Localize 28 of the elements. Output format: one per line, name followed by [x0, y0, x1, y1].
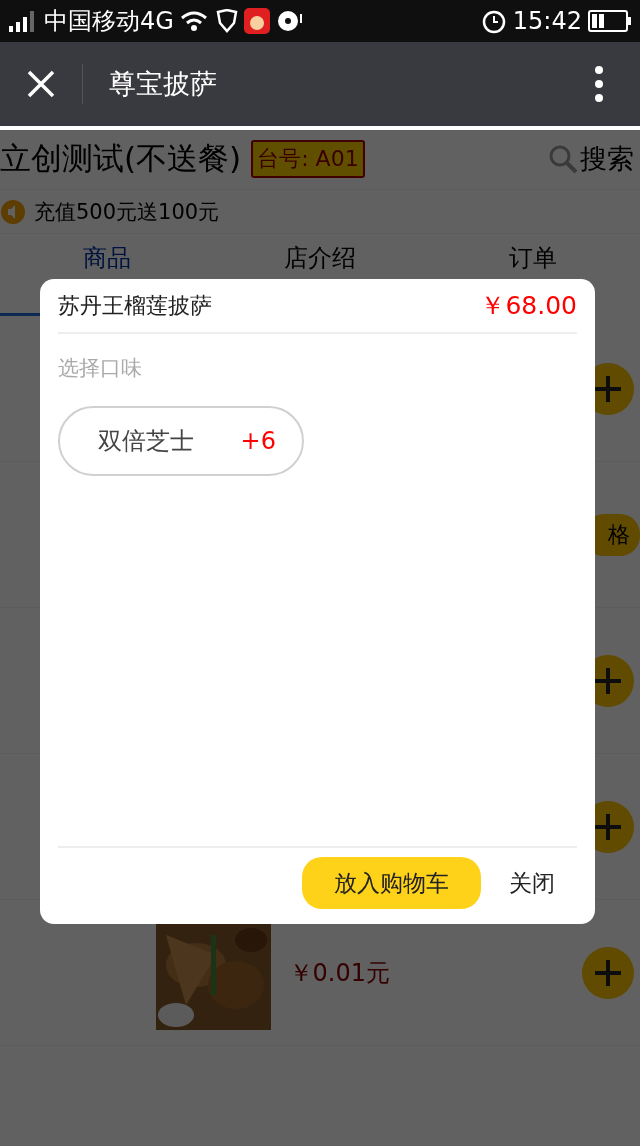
close-icon [26, 69, 56, 99]
section-label: 选择口味 [58, 355, 143, 382]
carrier-text: 中国移动4G [44, 6, 174, 37]
flavor-option[interactable]: 双倍芝士 +6 [58, 406, 304, 476]
search-button[interactable]: 搜索 [548, 140, 634, 177]
disc-icon [275, 9, 304, 33]
product-price: ￥0.01元 [288, 957, 390, 989]
plus-icon [593, 811, 623, 842]
page-title: 尊宝披萨 [109, 67, 218, 101]
plus-icon [593, 957, 623, 988]
store-name: 立创测试(不送餐) [0, 138, 242, 178]
close-dialog-button[interactable]: 关闭 [481, 866, 583, 900]
more-icon [594, 66, 604, 102]
app-icon [243, 8, 270, 34]
shield-icon [215, 9, 238, 33]
promo-notice: 充值500元送100元 [34, 198, 220, 226]
option-surcharge: +6 [240, 427, 276, 455]
option-label: 双倍芝士 [98, 426, 194, 457]
search-icon [548, 143, 578, 174]
plus-icon [593, 373, 623, 404]
plus-icon [593, 665, 623, 696]
alarm-icon [480, 8, 507, 34]
table-number: 台号: A01 [251, 139, 365, 178]
dialog-price: ￥68.00 [480, 290, 577, 322]
battery-icon [588, 9, 632, 33]
tab[interactable]: 店介绍 [213, 234, 427, 316]
add-to-cart-button[interactable]: 放入购物车 [302, 857, 481, 909]
clock-time: 15:42 [512, 7, 582, 35]
